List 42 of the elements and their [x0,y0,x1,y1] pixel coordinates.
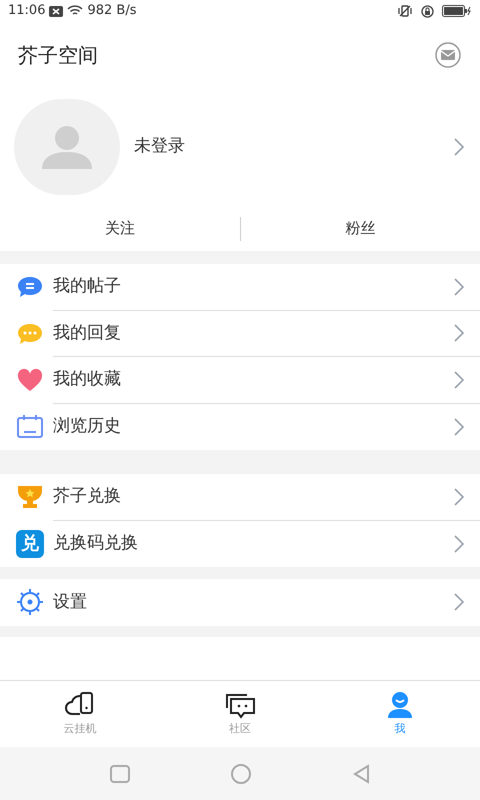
menu-item[interactable]: 浏览历史 [0,404,480,450]
menu-item[interactable]: 芥子兑换 [0,474,480,520]
menu-label: 设置 [53,590,88,614]
menu-item[interactable]: 我的回复 [0,310,480,357]
recents-icon[interactable] [110,764,130,782]
lock-rotation-icon [421,4,434,18]
menu-item[interactable]: 我的收藏 [0,357,480,404]
follow-tab[interactable]: 关注 [0,217,240,240]
user-icon [386,690,414,719]
menu-item[interactable]: 我的帖子 [0,264,480,310]
chevron-right-icon [454,418,464,436]
status-time: 11:06 [8,2,46,20]
menu-label: 兑换码兑换 [53,532,139,555]
profile-row[interactable]: 未登录 [0,88,480,206]
login-status: 未登录 [134,135,186,158]
vibrate-icon [397,5,413,17]
exchange-badge-icon: 兑 [16,530,44,558]
chevron-right-icon [454,370,464,389]
wifi-icon [67,5,84,17]
menu-label: 我的收藏 [53,368,122,391]
menu-item[interactable]: 设置 [0,579,480,626]
network-speed: 982 B/s [87,2,136,20]
menu-label: 我的帖子 [53,275,122,298]
chevron-right-icon [454,593,464,612]
battery-charging-icon [442,5,472,17]
menu-label: 浏览历史 [53,415,122,438]
mail-icon[interactable] [434,41,462,69]
chevron-right-icon [454,324,464,342]
home-icon[interactable] [230,764,251,784]
settings-icon [16,588,44,616]
back-icon[interactable] [352,764,370,784]
menu-item[interactable]: 兑 兑换码兑换 [0,520,480,567]
page-title: 芥子空间 [18,42,98,69]
notification-icon [49,6,64,16]
calendar-icon [16,412,44,441]
menu-label: 芥子兑换 [53,485,122,508]
chevron-right-icon [454,488,464,506]
follow-tab[interactable]: 粉丝 [240,217,480,240]
chevron-right-icon [454,278,464,296]
chevron-right-icon [454,534,464,553]
chevron-right-icon [454,138,464,156]
menu-label: 我的回复 [53,322,122,344]
